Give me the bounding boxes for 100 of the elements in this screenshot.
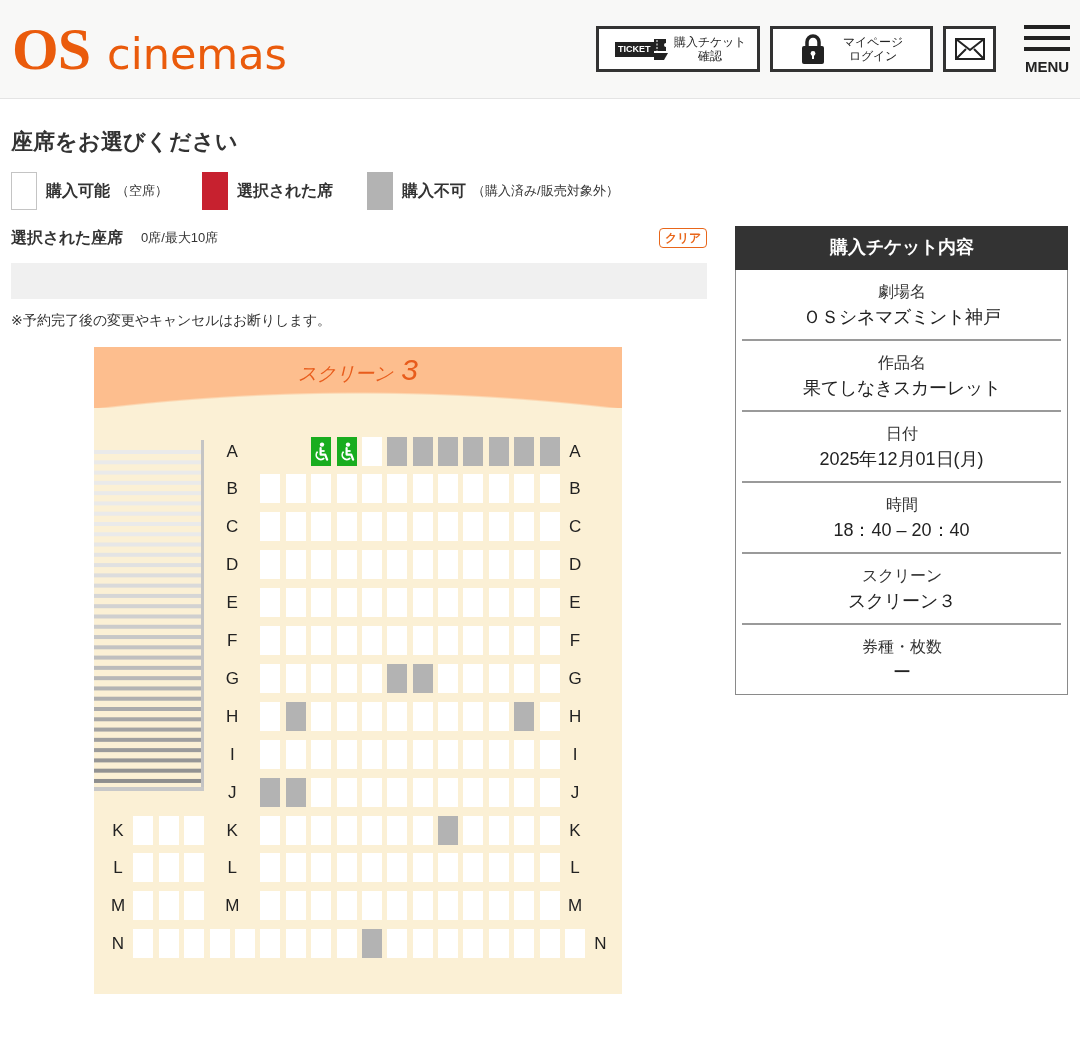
seat[interactable] — [361, 701, 382, 731]
seat[interactable] — [387, 588, 408, 618]
seat[interactable] — [311, 626, 332, 656]
seat[interactable] — [387, 550, 408, 580]
wheelchair-seat[interactable] — [336, 436, 357, 466]
seat[interactable] — [514, 777, 535, 807]
seat[interactable] — [514, 929, 535, 959]
seat[interactable] — [463, 777, 484, 807]
seat[interactable] — [412, 853, 433, 883]
seat[interactable] — [133, 853, 154, 883]
seat[interactable] — [260, 739, 281, 769]
seat[interactable] — [463, 663, 484, 693]
seat[interactable] — [539, 929, 560, 959]
mypage-login-button[interactable]: マイページ ログイン — [770, 26, 933, 72]
seat[interactable] — [336, 891, 357, 921]
seat[interactable] — [336, 663, 357, 693]
seat[interactable] — [488, 739, 509, 769]
seat[interactable] — [539, 512, 560, 542]
seat[interactable] — [463, 815, 484, 845]
seat[interactable] — [514, 626, 535, 656]
seat[interactable] — [133, 891, 154, 921]
seat[interactable] — [539, 739, 560, 769]
seat[interactable] — [336, 550, 357, 580]
seat[interactable] — [260, 550, 281, 580]
seat[interactable] — [260, 853, 281, 883]
seat[interactable] — [361, 512, 382, 542]
seat[interactable] — [463, 588, 484, 618]
seat[interactable] — [285, 739, 306, 769]
seat[interactable] — [311, 929, 332, 959]
seat[interactable] — [412, 891, 433, 921]
seat[interactable] — [412, 474, 433, 504]
seat[interactable] — [488, 474, 509, 504]
seat[interactable] — [412, 588, 433, 618]
seat[interactable] — [488, 701, 509, 731]
seat[interactable] — [285, 853, 306, 883]
seat[interactable] — [514, 474, 535, 504]
seat[interactable] — [361, 550, 382, 580]
seat[interactable] — [260, 701, 281, 731]
seat[interactable] — [361, 891, 382, 921]
seat[interactable] — [311, 512, 332, 542]
seat[interactable] — [412, 701, 433, 731]
seat[interactable] — [285, 550, 306, 580]
seat[interactable] — [488, 512, 509, 542]
seat[interactable] — [514, 512, 535, 542]
seat[interactable] — [514, 663, 535, 693]
seat[interactable] — [438, 588, 459, 618]
seat[interactable] — [260, 815, 281, 845]
seat[interactable] — [285, 512, 306, 542]
seat[interactable] — [158, 929, 179, 959]
seat[interactable] — [260, 663, 281, 693]
seat[interactable] — [539, 663, 560, 693]
seat[interactable] — [311, 891, 332, 921]
seat[interactable] — [184, 891, 205, 921]
seat[interactable] — [412, 739, 433, 769]
seat[interactable] — [565, 929, 586, 959]
seat[interactable] — [285, 474, 306, 504]
seat[interactable] — [387, 512, 408, 542]
seat[interactable] — [361, 588, 382, 618]
menu-button[interactable]: MENU — [1024, 24, 1070, 74]
seat[interactable] — [336, 777, 357, 807]
seat[interactable] — [361, 815, 382, 845]
seat[interactable] — [311, 588, 332, 618]
seat[interactable] — [260, 626, 281, 656]
seat[interactable] — [514, 588, 535, 618]
seat[interactable] — [438, 777, 459, 807]
seat[interactable] — [438, 701, 459, 731]
seat[interactable] — [438, 853, 459, 883]
seat[interactable] — [514, 815, 535, 845]
seat[interactable] — [438, 739, 459, 769]
ticket-confirm-button[interactable]: TICKET 購入チケット 確認 — [596, 26, 760, 72]
seat[interactable] — [133, 929, 154, 959]
seat[interactable] — [285, 626, 306, 656]
seat[interactable] — [336, 588, 357, 618]
seat[interactable] — [488, 777, 509, 807]
seat[interactable] — [336, 853, 357, 883]
seat[interactable] — [311, 853, 332, 883]
seat[interactable] — [412, 815, 433, 845]
seat[interactable] — [488, 929, 509, 959]
seat[interactable] — [260, 512, 281, 542]
seat[interactable] — [285, 663, 306, 693]
seat[interactable] — [463, 626, 484, 656]
seat[interactable] — [311, 777, 332, 807]
seat[interactable] — [438, 550, 459, 580]
seat[interactable] — [387, 891, 408, 921]
seat[interactable] — [311, 474, 332, 504]
seat[interactable] — [463, 474, 484, 504]
seat[interactable] — [438, 929, 459, 959]
seat[interactable] — [463, 739, 484, 769]
seat[interactable] — [133, 815, 154, 845]
seat[interactable] — [260, 891, 281, 921]
seat[interactable] — [438, 474, 459, 504]
seat[interactable] — [539, 777, 560, 807]
seat[interactable] — [387, 474, 408, 504]
seat[interactable] — [387, 739, 408, 769]
seat[interactable] — [488, 815, 509, 845]
seat[interactable] — [285, 588, 306, 618]
seat[interactable] — [260, 474, 281, 504]
seat[interactable] — [234, 929, 255, 959]
seat[interactable] — [311, 701, 332, 731]
seat[interactable] — [336, 701, 357, 731]
